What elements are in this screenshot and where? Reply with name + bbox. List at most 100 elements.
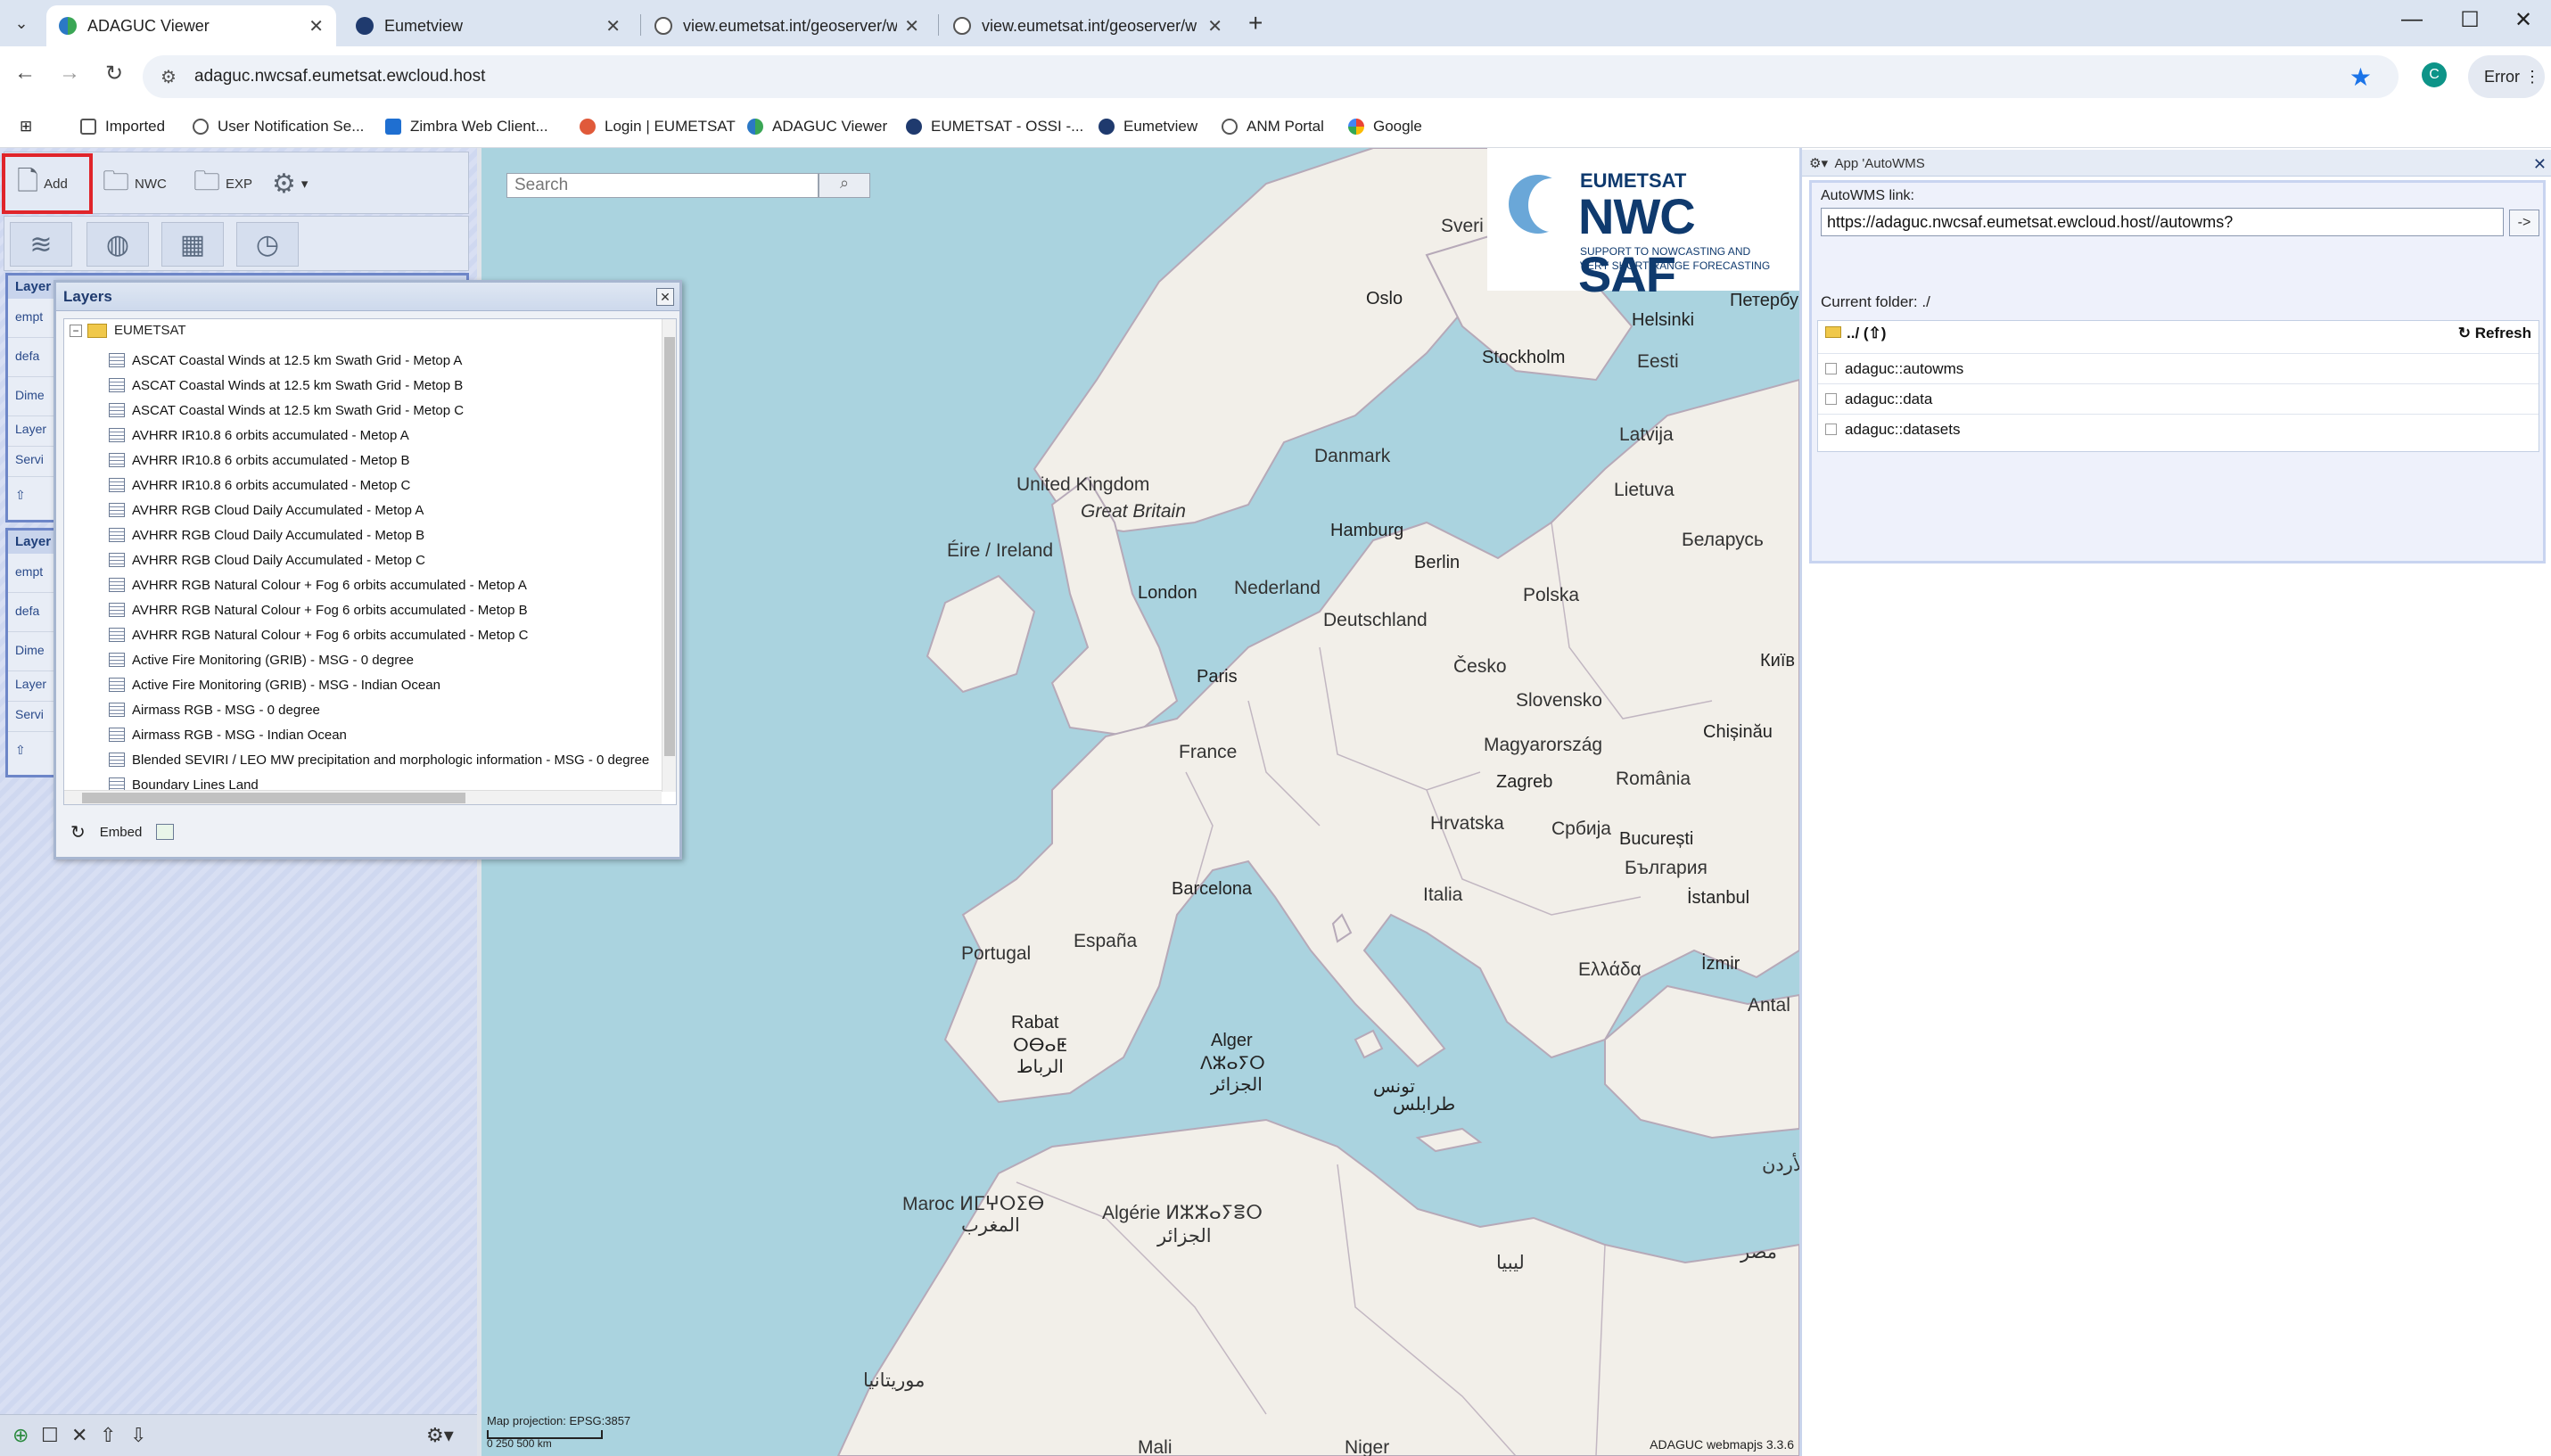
add-layer-icon[interactable]: ⊕ xyxy=(12,1424,29,1447)
tree-root-eumetsat[interactable]: − EUMETSAT xyxy=(70,323,186,338)
globe-icon[interactable]: ◍ xyxy=(86,222,149,267)
bookmark-google[interactable]: Google xyxy=(1348,118,1422,136)
maximize-icon[interactable]: ☐ xyxy=(2443,7,2497,33)
close-icon[interactable]: ✕ xyxy=(2533,155,2547,174)
autowms-link-input[interactable] xyxy=(1821,208,2504,236)
map-label: Ελλάδα xyxy=(1578,959,1642,980)
tab-eumetview[interactable]: Eumetview ✕ xyxy=(343,5,633,46)
bookmark-zimbra[interactable]: Zimbra Web Client... xyxy=(385,118,548,136)
scroll-thumb[interactable] xyxy=(82,793,465,803)
list-item[interactable]: adaguc::autowms xyxy=(1818,353,2539,383)
vertical-scrollbar[interactable] xyxy=(662,319,676,792)
layer-list-item[interactable]: AVHRR RGB Natural Colour + Fog 6 orbits … xyxy=(109,622,528,647)
profile-avatar[interactable]: C xyxy=(2422,62,2447,87)
arrow-up-icon[interactable]: ⇧ xyxy=(15,488,26,502)
layer-list-item[interactable]: Active Fire Monitoring (GRIB) - MSG - 0 … xyxy=(109,647,414,672)
autowms-go-button[interactable]: -> xyxy=(2509,210,2539,236)
gear-icon[interactable]: ⚙▾ xyxy=(1809,156,1828,171)
layer-list-item[interactable]: ASCAT Coastal Winds at 12.5 km Swath Gri… xyxy=(109,373,463,398)
refresh-icon[interactable]: ↻ xyxy=(70,821,86,843)
bookmark-user-notification[interactable]: User Notification Se... xyxy=(193,118,364,136)
close-window-icon[interactable]: ✕ xyxy=(2497,7,2550,33)
tab-separator xyxy=(640,14,641,36)
close-tab-icon[interactable]: ✕ xyxy=(605,15,621,37)
layer-list-item[interactable]: AVHRR RGB Cloud Daily Accumulated - Meto… xyxy=(109,547,425,572)
layer-list-item[interactable]: AVHRR RGB Natural Colour + Fog 6 orbits … xyxy=(109,597,528,622)
layer-list-item[interactable]: ASCAT Coastal Winds at 12.5 km Swath Gri… xyxy=(109,348,462,373)
site-settings-icon[interactable]: ⚙ xyxy=(160,66,177,88)
layer-list-item[interactable]: AVHRR IR10.8 6 orbits accumulated - Meto… xyxy=(109,473,410,498)
layers-dialog-title[interactable]: Layers xyxy=(56,283,679,311)
embed-add-icon[interactable] xyxy=(156,824,175,840)
close-icon[interactable]: ✕ xyxy=(656,288,674,306)
layer-list-item[interactable]: Active Fire Monitoring (GRIB) - MSG - In… xyxy=(109,672,440,697)
bookmark-star-icon[interactable]: ★ xyxy=(2349,62,2372,92)
eumetsat-favicon-icon xyxy=(1099,119,1115,135)
tab-search-button[interactable]: ⌄ xyxy=(7,9,36,37)
tab-separator xyxy=(938,14,939,36)
layer-list-item-label: Airmass RGB - MSG - Indian Ocean xyxy=(132,727,347,743)
layer-list-item-label: AVHRR RGB Natural Colour + Fog 6 orbits … xyxy=(132,602,528,618)
list-item[interactable]: adaguc::data xyxy=(1818,383,2539,414)
forward-icon[interactable]: → xyxy=(53,61,86,86)
list-item[interactable]: adaguc::datasets xyxy=(1818,414,2539,444)
exp-folder-button[interactable]: 🗀 EXP xyxy=(193,161,252,206)
tab-geoserver-2[interactable]: view.eumetsat.int/geoserver/w ✕ xyxy=(941,5,1235,46)
apps-grid-icon[interactable]: ⊞ xyxy=(20,118,32,136)
parent-folder-link[interactable]: ../ (⇧) xyxy=(1825,325,1886,342)
arrow-up-icon[interactable]: ⇧ xyxy=(15,743,26,757)
map-search-input[interactable]: Search xyxy=(506,173,819,198)
bookmark-eumetview[interactable]: Eumetview xyxy=(1099,118,1197,136)
bookmark-label: User Notification Se... xyxy=(218,118,365,135)
layer-list-item-label: ASCAT Coastal Winds at 12.5 km Swath Gri… xyxy=(132,352,463,368)
bookmark-adaguc[interactable]: ADAGUC Viewer xyxy=(747,118,887,136)
duplicate-icon[interactable]: ☐ xyxy=(41,1424,59,1447)
gear-icon[interactable]: ⚙▾ xyxy=(426,1424,454,1447)
folder-icon xyxy=(87,323,107,338)
move-down-icon[interactable]: ⇩ xyxy=(130,1424,146,1447)
nwc-folder-button[interactable]: 🗀 NWC xyxy=(103,161,167,206)
tab-adaguc-viewer[interactable]: ADAGUC Viewer ✕ xyxy=(46,5,336,46)
minimize-icon[interactable]: — xyxy=(2385,7,2439,32)
scroll-thumb[interactable] xyxy=(664,337,675,756)
layer-list-item[interactable]: AVHRR RGB Cloud Daily Accumulated - Meto… xyxy=(109,522,424,547)
refresh-button[interactable]: ↻ Refresh xyxy=(2458,325,2531,342)
settings-button[interactable]: ⚙ ▾ xyxy=(272,161,308,206)
layer-list-item[interactable]: Airmass RGB - MSG - 0 degree xyxy=(109,697,320,722)
clock-icon[interactable]: ◷ xyxy=(236,222,299,267)
delete-icon[interactable]: ✕ xyxy=(71,1424,87,1447)
reload-icon[interactable]: ↻ xyxy=(98,61,130,86)
bookmark-imported[interactable]: Imported xyxy=(80,118,165,136)
move-up-icon[interactable]: ⇧ xyxy=(100,1424,116,1447)
error-button[interactable]: Error ⋮ xyxy=(2468,55,2545,98)
close-tab-icon[interactable]: ✕ xyxy=(904,15,919,37)
layer-list-item[interactable]: Blended SEVIRI / LEO MW precipitation an… xyxy=(109,747,649,772)
back-icon[interactable]: ← xyxy=(9,61,41,86)
layers-stack-icon[interactable]: ≋ xyxy=(10,222,72,267)
layer-list-item[interactable]: AVHRR RGB Natural Colour + Fog 6 orbits … xyxy=(109,572,527,597)
layer-list-item[interactable]: ASCAT Coastal Winds at 12.5 km Swath Gri… xyxy=(109,398,464,423)
bookmark-label: Google xyxy=(1373,118,1422,135)
horizontal-scrollbar[interactable] xyxy=(64,790,662,804)
close-tab-icon[interactable]: ✕ xyxy=(309,15,324,37)
url-text[interactable]: adaguc.nwcsaf.eumetsat.ewcloud.host xyxy=(194,67,485,86)
collapse-icon[interactable]: − xyxy=(70,324,82,337)
bookmark-ossi[interactable]: EUMETSAT - OSSI -... xyxy=(906,118,1083,136)
layer-list-item[interactable]: AVHRR IR10.8 6 orbits accumulated - Meto… xyxy=(109,448,410,473)
layer-list-item[interactable]: AVHRR RGB Cloud Daily Accumulated - Meto… xyxy=(109,498,424,522)
bookmark-anm-portal[interactable]: ANM Portal xyxy=(1222,118,1324,136)
map-label: Nederland xyxy=(1234,578,1321,598)
world-map-icon[interactable]: ▦ xyxy=(161,222,224,267)
layer-icon xyxy=(109,478,125,492)
tab-geoserver-1[interactable]: view.eumetsat.int/geoserver/w ✕ xyxy=(642,5,932,46)
layer-list-item[interactable]: Airmass RGB - MSG - Indian Ocean xyxy=(109,722,347,747)
map-label: Éire / Ireland xyxy=(947,540,1054,561)
map-label: طرابلس xyxy=(1393,1095,1456,1115)
url-omnibox[interactable]: ⚙ adaguc.nwcsaf.eumetsat.ewcloud.host ★ xyxy=(143,55,2399,98)
layer-list-item-label: AVHRR IR10.8 6 orbits accumulated - Meto… xyxy=(132,427,409,443)
close-tab-icon[interactable]: ✕ xyxy=(1207,15,1222,37)
new-tab-button[interactable]: + xyxy=(1248,9,1263,37)
bookmark-login-eumetsat[interactable]: Login | EUMETSAT xyxy=(580,118,736,136)
search-icon[interactable]: ⌕ xyxy=(819,173,870,198)
layer-list-item[interactable]: AVHRR IR10.8 6 orbits accumulated - Meto… xyxy=(109,423,409,448)
